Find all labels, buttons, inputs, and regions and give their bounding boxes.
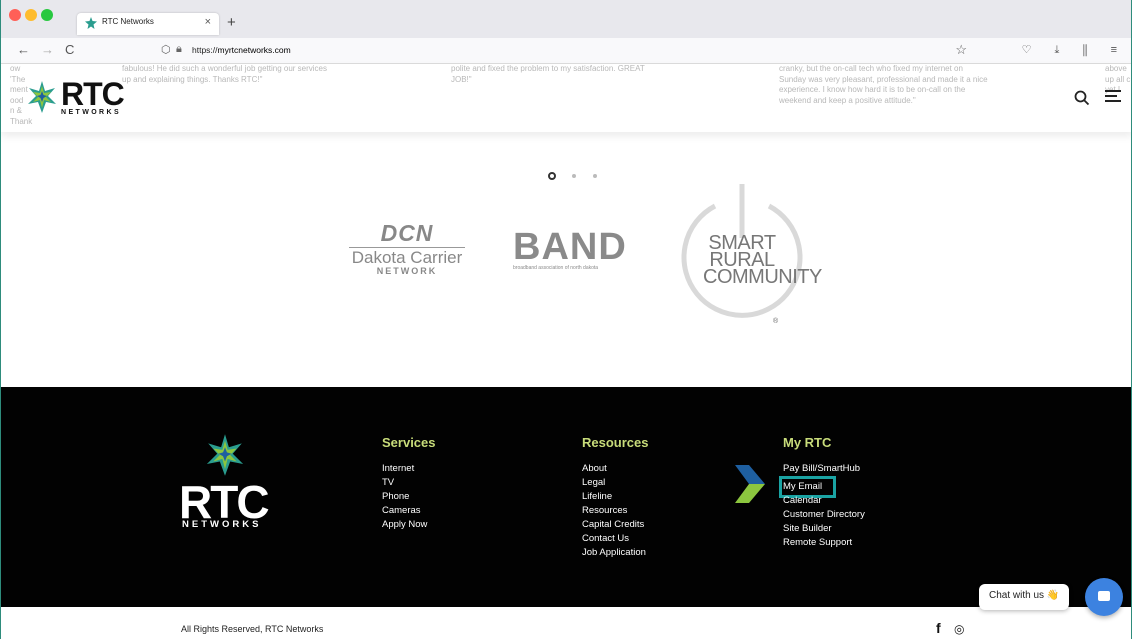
services-column: Services Internet TV Phone Cameras Apply… [382,435,436,532]
logo-subtitle: NETWORKS [61,109,122,116]
smart-rural-community-logo[interactable]: SMART RURAL COMMUNITY ® [677,180,822,330]
tab-title: RTC Networks [102,17,154,26]
footer-link-cameras[interactable]: Cameras [382,504,436,518]
footer-link-customer-directory[interactable]: Customer Directory [783,508,865,522]
src-logo-text: SMART RURAL COMMUNITY [703,232,822,288]
url-text[interactable]: https://myrtcnetworks.com [192,45,291,55]
rtc-favicon-icon [85,17,97,29]
browser-tab[interactable]: RTC Networks × [77,13,219,35]
services-heading: Services [382,435,436,450]
instagram-icon[interactable]: ◎ [954,622,964,636]
rtc-logo[interactable]: RTC NETWORKS [25,76,135,120]
footer-link-tv[interactable]: TV [382,476,436,490]
address-bar[interactable]: ⬡ 🔒︎ https://myrtcnetworks.com ☆ [141,41,981,61]
pointer-chevron-icon [735,465,765,503]
footer-link-my-email[interactable]: My Email [778,476,837,498]
toolbar-icons[interactable]: ♡ ⤓ ⫼ ≡ [1022,43,1127,57]
hamburger-icon[interactable] [1105,90,1121,105]
forward-button[interactable]: → [41,42,54,57]
url-host: myrtcnetworks.com [217,45,291,55]
resources-heading: Resources [582,435,649,450]
footer-link-about[interactable]: About [582,462,648,476]
footer-link-pay-bill[interactable]: Pay Bill/SmartHub [783,462,865,476]
url-prefix: https:// [192,45,218,55]
footer-link-job-application[interactable]: Job Application [582,546,648,560]
maximize-window-button[interactable] [41,9,53,21]
site-footer: RTC NETWORKS Services Internet TV Phone … [1,387,1131,607]
dcn-logo-title: DCN [380,220,434,246]
footer-logo[interactable]: RTC NETWORKS [179,433,279,533]
band-logo-word: BAND [513,226,627,268]
close-window-button[interactable] [9,9,21,21]
footer-link-phone[interactable]: Phone [382,490,436,504]
footer-link-capital-credits[interactable]: Capital Credits [582,518,648,532]
bookmark-star-icon[interactable]: ☆ [955,42,967,58]
footer-link-apply-now[interactable]: Apply Now [382,518,436,532]
chat-prompt-bubble[interactable]: Chat with us 👋 [979,584,1070,610]
chat-bubble-icon [1098,591,1110,601]
reload-button[interactable]: C [65,42,74,57]
navigation-bar: ← → C ⬡ 🔒︎ https://myrtcnetworks.com ☆ ♡… [1,38,1131,64]
band-logo[interactable]: BAND broadband association of north dako… [513,226,635,271]
footer-link-contact-us[interactable]: Contact Us [582,532,648,546]
social-links: f ◎ [936,620,965,636]
lock-icon[interactable]: 🔒︎ [176,43,182,56]
browser-window: RTC Networks × + ← → C ⬡ 🔒︎ https://myrt… [0,0,1132,639]
registered-mark: ® [773,318,779,325]
chat-launcher-button[interactable] [1085,578,1123,616]
footer-link-calendar[interactable]: Calendar [783,494,865,508]
footer-logo-subtitle: NETWORKS [182,519,262,530]
star-logo-icon [28,81,56,113]
logo-wordmark: RTC [61,76,125,112]
copyright-text: All Rights Reserved, RTC Networks [181,624,324,634]
partner-logos: DCN Dakota Carrier NETWORK BAND broadban… [1,174,1131,334]
dcn-logo[interactable]: DCN Dakota Carrier NETWORK [347,220,467,276]
new-tab-button[interactable]: + [227,14,236,31]
footer-link-lifeline[interactable]: Lifeline [582,490,648,504]
footer-link-resources[interactable]: Resources [582,504,648,518]
footer-link-internet[interactable]: Internet [382,462,436,476]
tab-bar: RTC Networks × + [1,0,1131,38]
search-icon[interactable] [1074,90,1090,106]
footer-star-logo-icon [206,434,244,476]
minimize-window-button[interactable] [25,9,37,21]
back-button[interactable]: ← [17,42,30,57]
facebook-icon[interactable]: f [936,620,941,636]
page-content: ow 'The ment ood n & Thank fabulous! He … [1,64,1131,639]
footer-link-site-builder[interactable]: Site Builder [783,522,865,536]
site-header: RTC NETWORKS [1,64,1131,132]
footer-link-remote-support[interactable]: Remote Support [783,536,865,550]
dcn-logo-name: Dakota Carrier [351,248,463,267]
resources-column: Resources About Legal Lifeline Resources… [582,435,648,560]
myrtc-heading: My RTC [783,435,832,450]
bottom-bar: All Rights Reserved, RTC Networks f ◎ [1,607,1131,639]
myrtc-column: My RTC Pay Bill/SmartHub My Email Calend… [778,435,865,550]
footer-link-legal[interactable]: Legal [582,476,648,490]
tab-close-icon[interactable]: × [205,16,211,28]
shield-icon[interactable]: ⬡ [161,43,171,56]
